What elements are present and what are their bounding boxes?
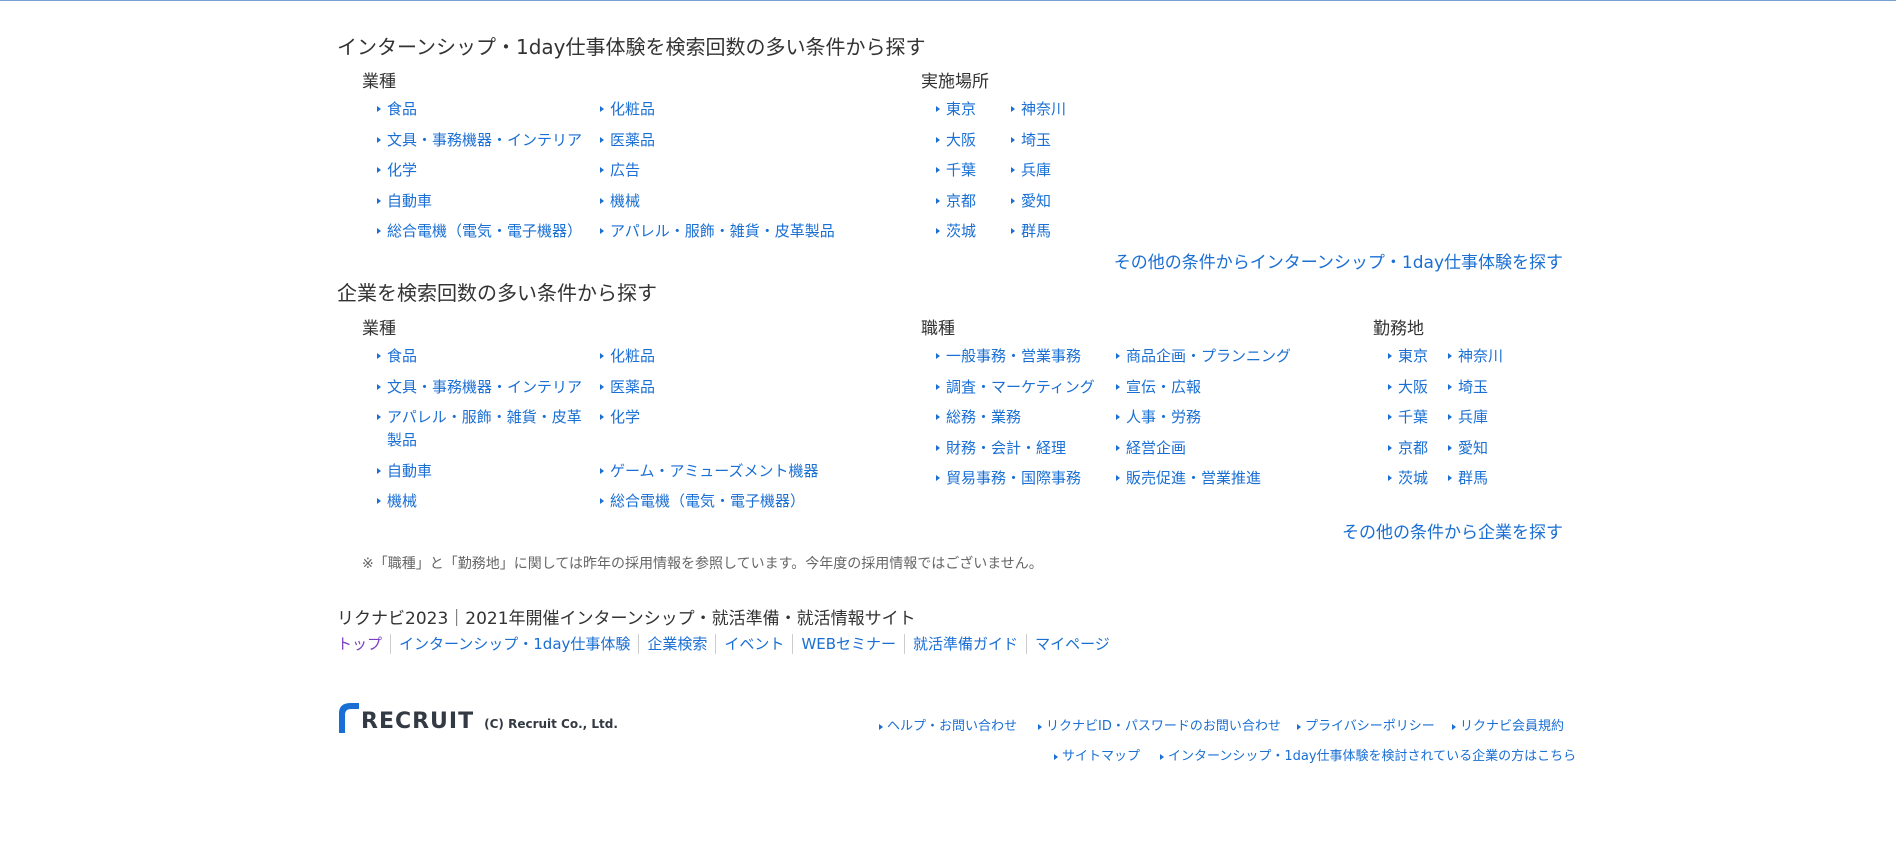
site-nav: トップ インターンシップ・1day仕事体験 企業検索 イベント WEBセミナー …: [337, 634, 1118, 654]
nav-company-search-link[interactable]: 企業検索: [638, 634, 715, 654]
disclaimer-note: ※「職種」と「勤務地」に関しては昨年の採用情報を参照しています。今年度の採用情報…: [362, 556, 1043, 572]
job-link[interactable]: 一般事務・営業事務: [936, 345, 1081, 368]
job-link[interactable]: 販売促進・営業推進: [1116, 467, 1261, 490]
industry-link[interactable]: 機械: [377, 490, 417, 513]
location-link[interactable]: 群馬: [1011, 220, 1051, 243]
section-title-company: 企業を検索回数の多い条件から探す: [337, 281, 657, 305]
location-link[interactable]: 愛知: [1011, 190, 1051, 213]
job-link[interactable]: 貿易事務・国際事務: [936, 467, 1081, 490]
industry-link[interactable]: アパレル・服飾・雑貨・皮革製品: [377, 406, 587, 452]
job-link[interactable]: 総務・業務: [936, 406, 1021, 429]
recruit-r-icon: [339, 703, 359, 733]
job-link[interactable]: 商品企画・プランニング: [1116, 345, 1291, 368]
industry-link[interactable]: 文具・事務機器・インテリア: [377, 129, 582, 152]
nav-guide-link[interactable]: 就活準備ガイド: [904, 634, 1026, 654]
workplace-link[interactable]: 京都: [1388, 437, 1428, 460]
section-title-internship: インターンシップ・1day仕事体験を検索回数の多い条件から探す: [337, 35, 926, 59]
location-link[interactable]: 京都: [936, 190, 976, 213]
more-internship-conditions-link[interactable]: その他の条件からインターンシップ・1day仕事体験を探す: [1114, 255, 1563, 272]
industry-link[interactable]: 自動車: [377, 460, 432, 483]
location-link[interactable]: 千葉: [936, 159, 976, 182]
workplace-link[interactable]: 茨城: [1388, 467, 1428, 490]
industry-link[interactable]: 医薬品: [600, 129, 655, 152]
location-link[interactable]: 茨城: [936, 220, 976, 243]
industry-link[interactable]: 機械: [600, 190, 640, 213]
top-border: [0, 0, 1896, 1]
workplace-link[interactable]: 東京: [1388, 345, 1428, 368]
site-title: リクナビ2023｜2021年開催インターンシップ・就活準備・就活情報サイト: [337, 609, 916, 629]
industry-link[interactable]: 医薬品: [600, 376, 655, 399]
workplace-link[interactable]: 群馬: [1448, 467, 1488, 490]
job-link[interactable]: 財務・会計・経理: [936, 437, 1066, 460]
location-link[interactable]: 神奈川: [1011, 98, 1066, 121]
workplace-link[interactable]: 兵庫: [1448, 406, 1488, 429]
industry-link[interactable]: 食品: [377, 345, 417, 368]
nav-top-link[interactable]: トップ: [337, 634, 390, 654]
industry-heading: 業種: [362, 72, 396, 92]
industry-link[interactable]: 自動車: [377, 190, 432, 213]
footer-link-privacy[interactable]: プライバシーポリシー: [1297, 718, 1435, 736]
recruit-logo: RECRUIT (C) Recruit Co., Ltd.: [337, 701, 618, 733]
industry-link[interactable]: 食品: [377, 98, 417, 121]
industry-link[interactable]: 文具・事務機器・インテリア: [377, 376, 582, 399]
footer-link-help[interactable]: ヘルプ・お問い合わせ: [879, 718, 1017, 736]
job-link[interactable]: 人事・労務: [1116, 406, 1201, 429]
copyright: (C) Recruit Co., Ltd.: [484, 717, 618, 731]
location-link[interactable]: 埼玉: [1011, 129, 1051, 152]
workplace-link[interactable]: 大阪: [1388, 376, 1428, 399]
location-link[interactable]: 東京: [936, 98, 976, 121]
workplace-heading: 勤務地: [1373, 319, 1424, 339]
industry-link[interactable]: アパレル・服飾・雑貨・皮革製品: [600, 220, 835, 243]
footer-link-terms[interactable]: リクナビ会員規約: [1452, 718, 1564, 736]
nav-event-link[interactable]: イベント: [715, 634, 792, 654]
footer-link-id-password[interactable]: リクナビID・パスワードのお問い合わせ: [1038, 718, 1281, 736]
workplace-link[interactable]: 神奈川: [1448, 345, 1503, 368]
industry-link[interactable]: 化学: [377, 159, 417, 182]
more-company-conditions-link[interactable]: その他の条件から企業を探す: [1342, 525, 1563, 542]
location-link[interactable]: 大阪: [936, 129, 976, 152]
footer-link-for-companies[interactable]: インターンシップ・1day仕事体験を検討されている企業の方はこちら: [1160, 748, 1576, 766]
industry-link[interactable]: 化粧品: [600, 345, 655, 368]
job-heading: 職種: [921, 319, 955, 339]
industry-link[interactable]: 化粧品: [600, 98, 655, 121]
industry-link[interactable]: 総合電機（電気・電子機器）: [377, 220, 582, 243]
industry-link[interactable]: 総合電機（電気・電子機器）: [600, 490, 805, 513]
job-link[interactable]: 経営企画: [1116, 437, 1186, 460]
workplace-link[interactable]: 埼玉: [1448, 376, 1488, 399]
job-link[interactable]: 宣伝・広報: [1116, 376, 1201, 399]
industry-link[interactable]: 化学: [600, 406, 640, 429]
nav-mypage-link[interactable]: マイページ: [1026, 634, 1118, 654]
nav-web-seminar-link[interactable]: WEBセミナー: [792, 634, 904, 654]
industry-heading: 業種: [362, 319, 396, 339]
location-heading: 実施場所: [921, 72, 989, 92]
location-link[interactable]: 兵庫: [1011, 159, 1051, 182]
industry-link[interactable]: 広告: [600, 159, 640, 182]
nav-internship-link[interactable]: インターンシップ・1day仕事体験: [390, 634, 638, 654]
footer-link-sitemap[interactable]: サイトマップ: [1054, 748, 1140, 766]
job-link[interactable]: 調査・マーケティング: [936, 376, 1095, 399]
workplace-link[interactable]: 愛知: [1448, 437, 1488, 460]
industry-link[interactable]: ゲーム・アミューズメント機器: [600, 460, 819, 483]
workplace-link[interactable]: 千葉: [1388, 406, 1428, 429]
recruit-logo-mark: RECRUIT: [337, 701, 474, 733]
